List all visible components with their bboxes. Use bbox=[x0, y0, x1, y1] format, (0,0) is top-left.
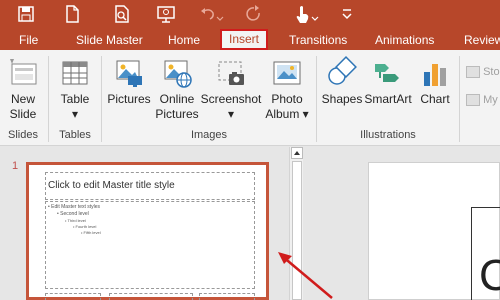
chart-button[interactable]: Chart bbox=[414, 50, 456, 128]
new-slide-icon bbox=[6, 56, 40, 90]
customize-qat-icon[interactable] bbox=[336, 3, 358, 25]
my-addins-button[interactable]: My bbox=[466, 94, 498, 107]
table-button[interactable]: Table ▾ bbox=[52, 50, 98, 128]
group-label-illustrations: Illustrations bbox=[360, 129, 416, 141]
footer-placeholder bbox=[109, 293, 193, 300]
tab-animations[interactable]: Animations bbox=[375, 30, 434, 50]
group-label-tables: Tables bbox=[59, 129, 91, 141]
new-document-icon[interactable] bbox=[61, 3, 83, 25]
tab-home[interactable]: Home bbox=[168, 30, 200, 50]
touch-dropdown-icon[interactable] bbox=[311, 10, 319, 21]
thumbnail-line: • Fifth level bbox=[81, 230, 101, 235]
tab-review[interactable]: Review bbox=[464, 30, 500, 50]
smartart-icon bbox=[371, 56, 405, 90]
photo-album-label-2: Album ▾ bbox=[265, 107, 309, 121]
photo-album-button[interactable]: Photo Album ▾ bbox=[262, 50, 312, 128]
group-label-images: Images bbox=[190, 129, 228, 141]
date-placeholder bbox=[45, 293, 101, 300]
new-slide-label-1: New bbox=[10, 92, 35, 106]
online-pictures-label-2: Pictures bbox=[155, 107, 199, 121]
slide-thumbnail[interactable]: Click to edit Master title style • Edit … bbox=[26, 162, 269, 300]
tab-insert[interactable]: Insert bbox=[220, 29, 269, 50]
pictures-icon bbox=[112, 56, 146, 90]
tab-file[interactable]: File bbox=[19, 30, 38, 50]
thumbnail-content: Click to edit Master title style • Edit … bbox=[45, 172, 257, 300]
photo-album-icon bbox=[270, 56, 304, 90]
smartart-label: SmartArt bbox=[364, 92, 412, 106]
touch-mode-icon[interactable] bbox=[291, 3, 313, 25]
ribbon-separator bbox=[459, 56, 460, 142]
quick-access-toolbar bbox=[0, 0, 500, 28]
group-label-slides: Slides bbox=[8, 129, 38, 141]
autosave-icon[interactable] bbox=[15, 3, 37, 25]
thumbnail-line: • Second level bbox=[57, 211, 89, 217]
pictures-label: Pictures bbox=[107, 92, 151, 106]
screenshot-label: Screenshot bbox=[200, 92, 262, 106]
ribbon-separator bbox=[101, 56, 102, 142]
shapes-label: Shapes bbox=[321, 92, 363, 106]
table-label: Table bbox=[60, 92, 90, 106]
shapes-button[interactable]: Shapes bbox=[320, 50, 364, 128]
photo-album-label-1: Photo bbox=[271, 92, 303, 106]
dropdown-caret-icon: ▾ bbox=[227, 107, 235, 121]
screenshot-icon bbox=[214, 56, 248, 90]
slide-number: 1 bbox=[12, 160, 19, 172]
print-preview-icon[interactable] bbox=[111, 3, 133, 25]
new-slide-button[interactable]: New Slide bbox=[0, 50, 46, 128]
ribbon-separator bbox=[316, 56, 317, 142]
slide-number-placeholder bbox=[199, 293, 255, 300]
annotation-arrow bbox=[278, 252, 333, 299]
my-addins-label: My bbox=[483, 94, 498, 106]
photo-album-label-text: Album bbox=[265, 107, 300, 121]
online-pictures-label-1: Online bbox=[159, 92, 195, 106]
undo-dropdown-icon[interactable] bbox=[216, 10, 224, 21]
screenshot-button[interactable]: Screenshot ▾ bbox=[200, 50, 262, 128]
dropdown-caret-icon: ▾ bbox=[71, 107, 79, 121]
scroll-up-icon bbox=[294, 151, 300, 155]
tab-transitions[interactable]: Transitions bbox=[289, 30, 347, 50]
online-pictures-button[interactable]: Online Pictures bbox=[154, 50, 200, 128]
store-icon bbox=[466, 66, 480, 79]
shapes-icon bbox=[325, 56, 359, 90]
thumbnail-line: • Edit Master text styles bbox=[48, 204, 101, 210]
chart-label: Chart bbox=[420, 92, 450, 106]
slide-canvas[interactable]: C bbox=[368, 162, 500, 300]
scroll-up-button[interactable] bbox=[291, 147, 303, 159]
ribbon-separator bbox=[48, 56, 49, 142]
chart-icon bbox=[418, 56, 452, 90]
new-slide-label-2: Slide bbox=[9, 107, 37, 121]
thumbnail-line: • Third level bbox=[65, 218, 86, 223]
online-pictures-icon bbox=[160, 56, 194, 90]
pictures-button[interactable]: Pictures bbox=[104, 50, 154, 128]
table-icon bbox=[58, 56, 92, 90]
thumbnail-line: • Fourth level bbox=[73, 224, 97, 229]
my-addins-icon bbox=[466, 94, 480, 107]
ribbon-insert: New Slide Slides Table ▾ Tables Pictures… bbox=[0, 50, 500, 146]
present-icon[interactable] bbox=[155, 3, 177, 25]
smartart-button[interactable]: SmartArt bbox=[364, 50, 412, 128]
store-label: Sto bbox=[483, 66, 500, 78]
tab-slide-master[interactable]: Slide Master bbox=[76, 30, 143, 50]
redo-icon[interactable] bbox=[243, 3, 265, 25]
canvas-text-glyph: C bbox=[479, 251, 500, 300]
ribbon-tabs: File Slide Master Home Insert Transition… bbox=[0, 28, 500, 50]
thumbnail-title: Click to edit Master title style bbox=[48, 180, 175, 191]
store-button[interactable]: Sto bbox=[466, 66, 500, 79]
